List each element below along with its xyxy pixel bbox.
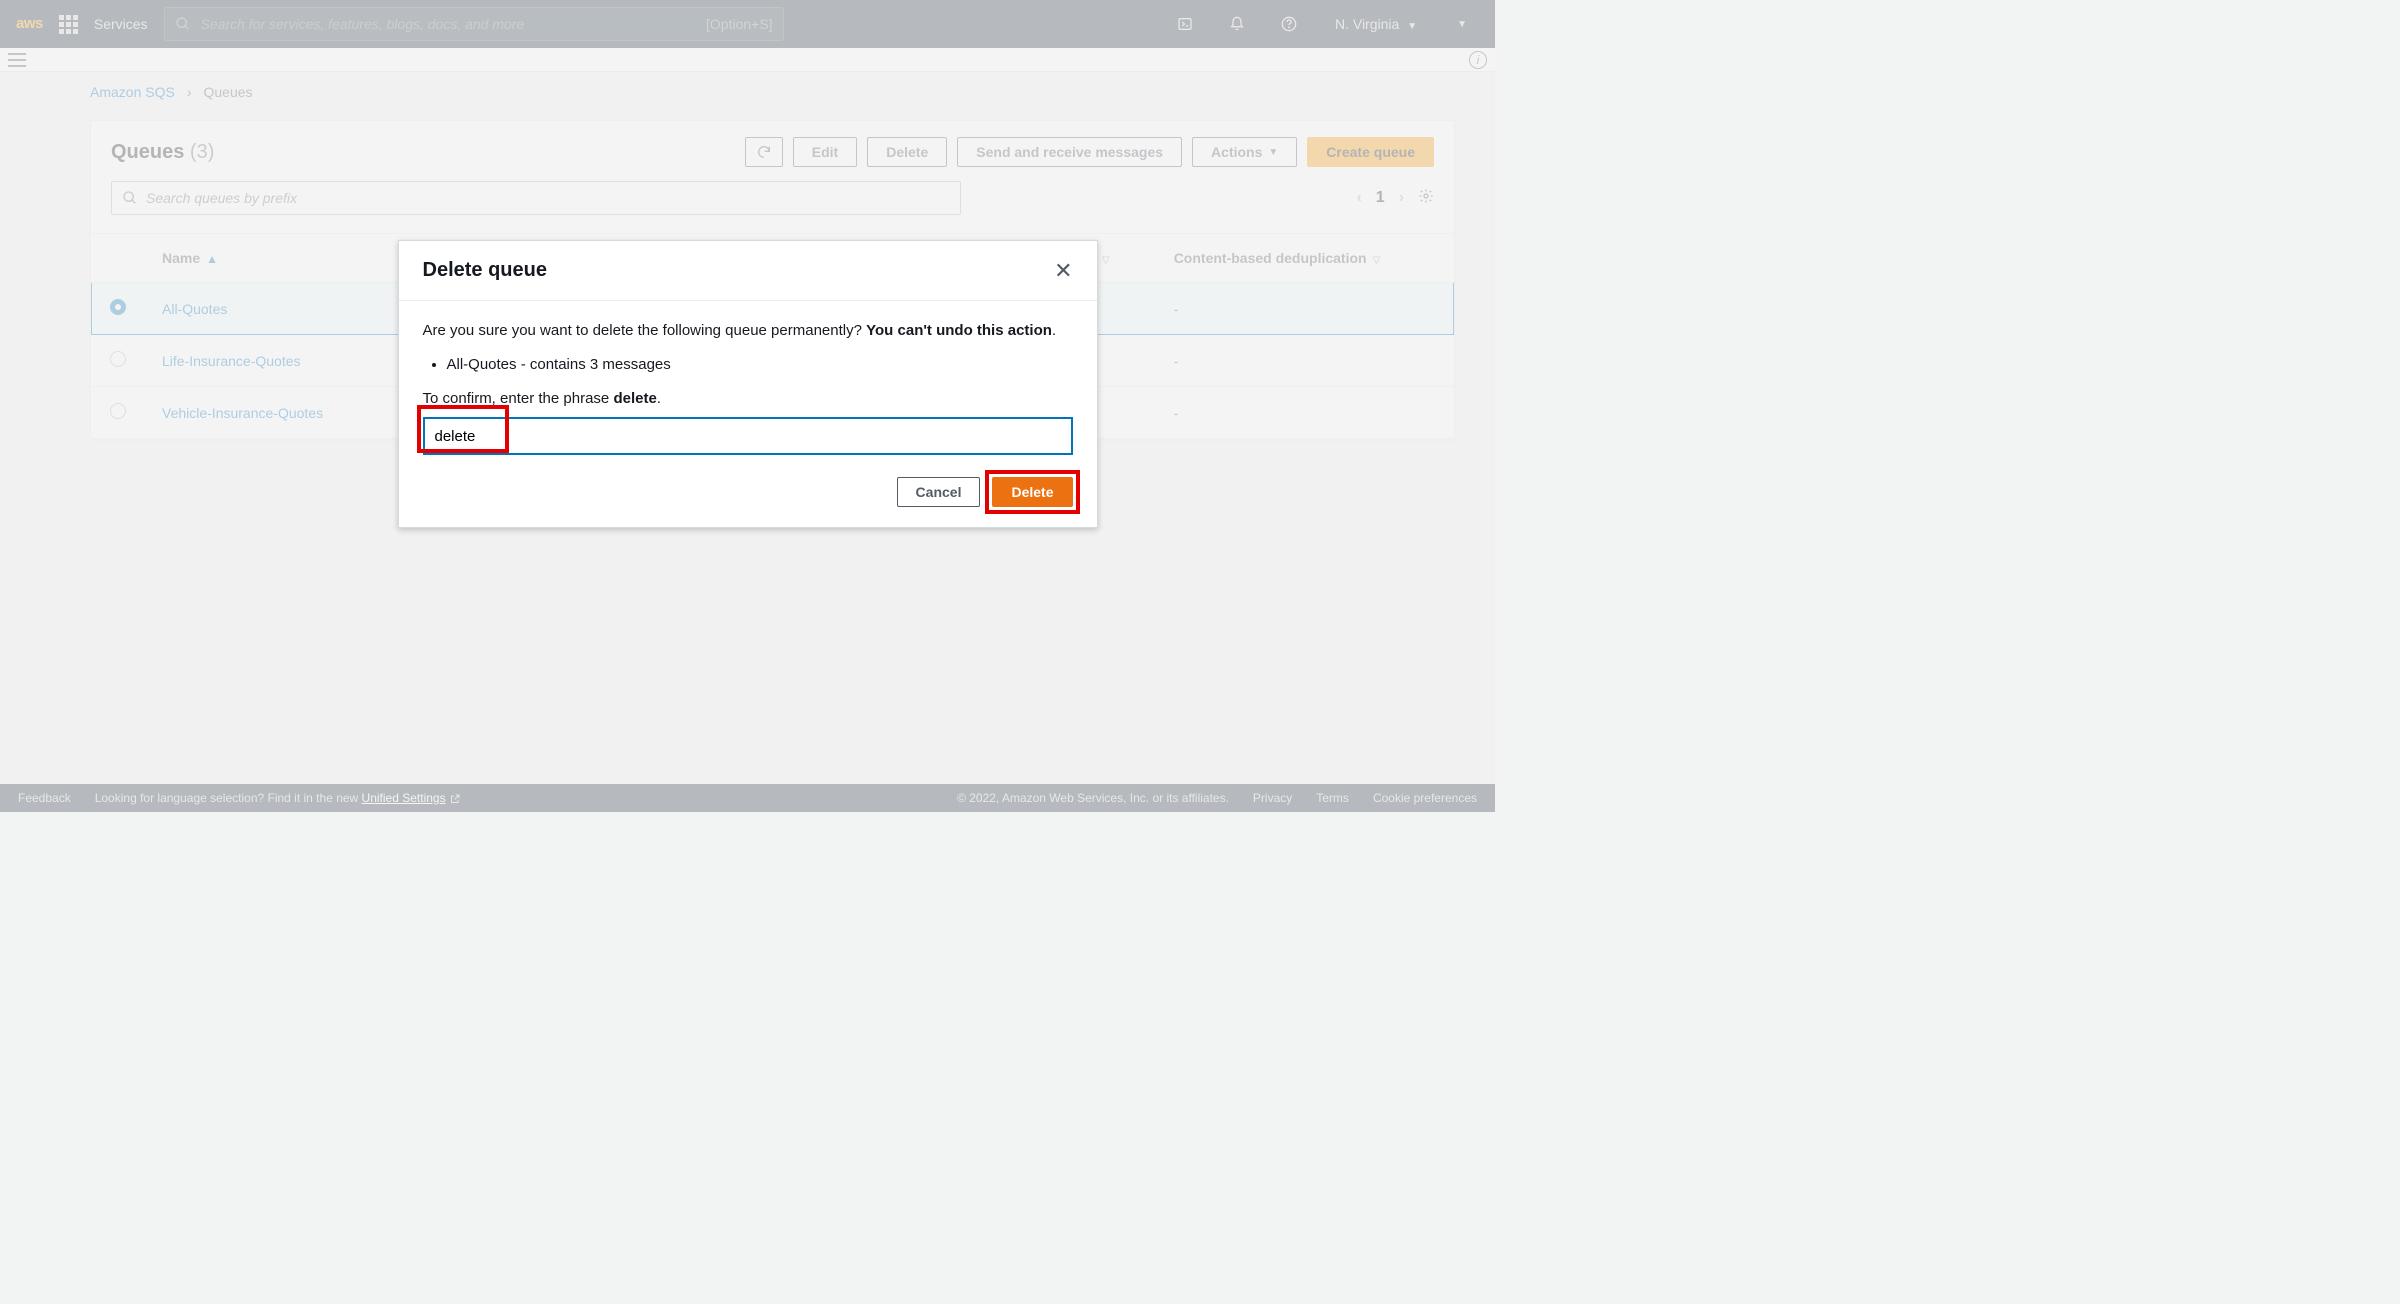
modal-body: Are you sure you want to delete the foll… — [399, 301, 1097, 461]
confirm-delete-button[interactable]: Delete — [992, 477, 1072, 507]
confirm-delete-input[interactable] — [423, 417, 1073, 455]
modal-confirm-text: Are you sure you want to delete the foll… — [423, 322, 867, 339]
modal-phrase-keyword: delete — [613, 390, 656, 407]
modal-header: Delete queue ✕ — [399, 241, 1097, 301]
cancel-button[interactable]: Cancel — [897, 477, 981, 507]
modal-phrase-label: To confirm, enter the phrase — [423, 390, 614, 407]
modal-footer: Cancel Delete — [399, 461, 1097, 527]
delete-queue-modal: Delete queue ✕ Are you sure you want to … — [398, 240, 1098, 528]
modal-title: Delete queue — [423, 259, 547, 282]
modal-queue-item: All-Quotes - contains 3 messages — [447, 353, 1073, 377]
modal-warning-text: You can't undo this action — [866, 322, 1052, 339]
modal-close-button[interactable]: ✕ — [1054, 260, 1072, 282]
